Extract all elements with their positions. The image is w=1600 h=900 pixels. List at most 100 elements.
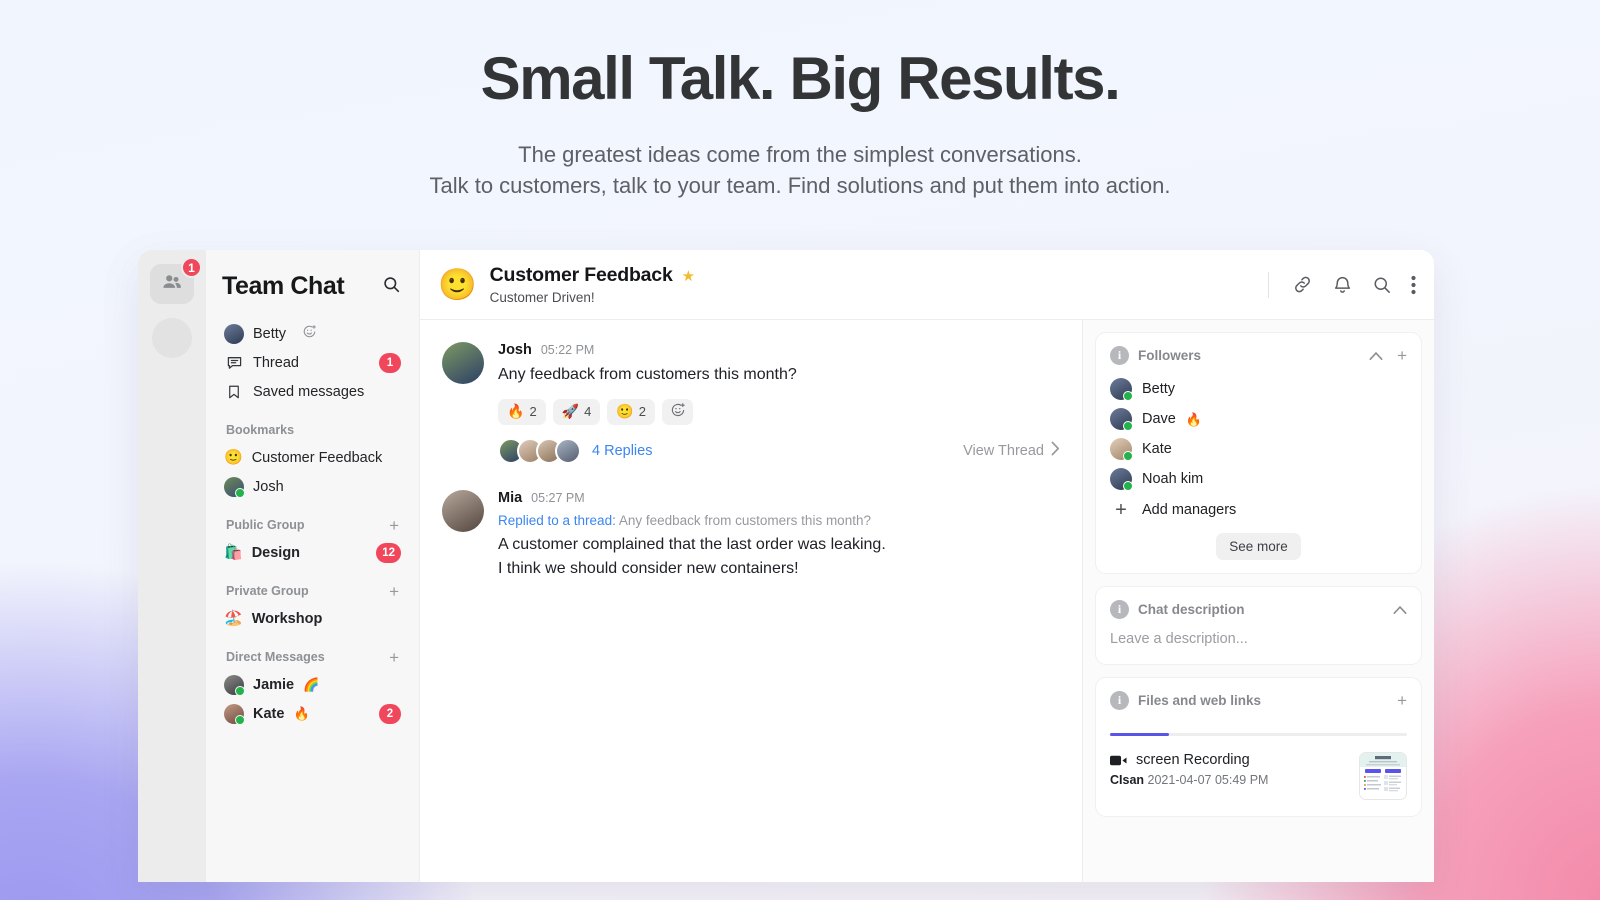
thread-icon [224, 354, 244, 371]
message-text-line-1: A customer complained that the last orde… [498, 535, 886, 553]
follower-row[interactable]: Noah kim [1096, 464, 1421, 494]
follower-name: Noah kim [1142, 471, 1204, 487]
sidebar-item-label: Design [251, 544, 301, 561]
chat-description-card: i Chat description Leave a description..… [1095, 586, 1422, 665]
section-title: Direct Messages [226, 650, 325, 664]
video-camera-icon [1110, 754, 1127, 767]
info-icon: i [1110, 346, 1129, 365]
reaction-bar: 🔥 2 🚀 4 🙂 2 [498, 398, 1060, 425]
chat-app-window: 1 Team Chat Betty Thread 1 Saved message… [138, 250, 1434, 882]
sidebar-item-josh[interactable]: Josh [218, 472, 407, 501]
add-direct-message-button[interactable]: + [389, 649, 399, 666]
message-timestamp: 05:27 PM [531, 490, 585, 505]
section-title: Private Group [226, 584, 309, 598]
bookmark-icon [224, 384, 244, 400]
followers-header: i Followers + [1096, 333, 1421, 374]
avatar[interactable] [442, 342, 484, 384]
follower-name: Kate [1142, 441, 1172, 457]
unread-badge: 12 [376, 542, 401, 563]
avatar [555, 437, 581, 464]
add-file-button[interactable]: + [1397, 692, 1407, 709]
content-row: Josh 05:22 PM Any feedback from customer… [420, 320, 1434, 882]
follower-name: Betty [1142, 381, 1176, 397]
fire-emoji-icon: 🔥 [293, 706, 310, 721]
reaction-chip-rocket[interactable]: 🚀 4 [552, 398, 601, 425]
bell-icon[interactable] [1332, 274, 1353, 295]
files-header: i Files and web links + [1096, 678, 1421, 719]
shopping-bags-emoji-icon: 🛍️ [224, 544, 243, 561]
add-managers-label: Add managers [1142, 502, 1237, 518]
sidebar-item-kate[interactable]: Kate 🔥 2 [218, 699, 407, 728]
sidebar-section-bookmarks: Bookmarks [218, 420, 407, 440]
sidebar-section-private-group: Private Group + [218, 581, 407, 601]
search-icon[interactable] [382, 275, 401, 299]
reaction-chip-smiley[interactable]: 🙂 2 [607, 398, 656, 425]
files-title: Files and web links [1138, 693, 1262, 708]
channel-header: 🙂 Customer Feedback ★ Customer Driven! [420, 250, 1434, 320]
people-icon [161, 271, 183, 298]
files-card: i Files and web links + screen Recording… [1095, 677, 1422, 817]
hero-subtitle-line-2: Talk to customers, talk to your team. Fi… [429, 173, 1171, 199]
star-icon[interactable]: ★ [682, 267, 695, 285]
avatar[interactable] [442, 489, 484, 532]
sidebar-item-jamie[interactable]: Jamie 🌈 [218, 670, 407, 699]
add-managers-button[interactable]: + Add managers [1096, 494, 1421, 526]
avatar [224, 703, 245, 725]
chat-description-actions [1393, 603, 1407, 617]
follower-row[interactable]: Betty [1096, 374, 1421, 404]
rail-badge-count: 1 [181, 257, 202, 278]
message-meta: Josh 05:22 PM [498, 342, 1060, 358]
channel-emoji-icon: 🙂 [438, 267, 477, 302]
message-meta: Mia 05:27 PM [498, 490, 1060, 506]
sidebar-item-design[interactable]: 🛍️ Design 12 [218, 538, 407, 567]
hero-section: Small Talk. Big Results. The greatest id… [0, 0, 1600, 201]
sidebar-item-label: Workshop [251, 610, 323, 627]
rail-item-team-chat[interactable]: 1 [150, 257, 202, 304]
follower-row[interactable]: Dave 🔥 [1096, 404, 1421, 434]
hero-subtitle-line-1: The greatest ideas come from the simples… [518, 141, 1082, 167]
plus-icon: + [1115, 499, 1127, 521]
add-reaction-button[interactable] [662, 398, 694, 425]
sidebar-item-betty[interactable]: Betty [218, 319, 407, 348]
more-vertical-icon[interactable] [1411, 275, 1416, 295]
chevron-right-icon [1051, 441, 1060, 460]
sidebar-item-saved-messages[interactable]: Saved messages [218, 377, 407, 406]
message-item: Mia 05:27 PM Replied to a thread: Any fe… [442, 489, 1060, 581]
avatar [224, 323, 244, 344]
file-item[interactable]: screen Recording CIsan 2021-04-07 05:49 … [1110, 752, 1407, 800]
sidebar: Team Chat Betty Thread 1 Saved messages … [206, 250, 420, 882]
view-thread-button[interactable]: View Thread [963, 441, 1060, 460]
chat-description-input[interactable]: Leave a description... [1096, 628, 1421, 664]
add-follower-button[interactable]: + [1397, 347, 1407, 364]
replies-link[interactable]: 4 Replies [592, 443, 652, 459]
sidebar-item-customer-feedback[interactable]: 🙂 Customer Feedback [218, 443, 407, 472]
sidebar-item-label: Saved messages [253, 383, 365, 400]
rail-item-avatar-placeholder[interactable] [152, 318, 192, 358]
add-public-group-button[interactable]: + [389, 517, 399, 534]
unread-badge: 2 [379, 703, 401, 724]
smiley-emoji-icon: 🙂 [616, 403, 634, 420]
link-icon[interactable] [1292, 274, 1313, 295]
follower-row[interactable]: Kate [1096, 434, 1421, 464]
sidebar-item-thread[interactable]: Thread 1 [218, 348, 407, 377]
file-meta: screen Recording CIsan 2021-04-07 05:49 … [1110, 752, 1349, 787]
message-author: Mia [498, 489, 523, 506]
see-more-button[interactable]: See more [1216, 533, 1301, 560]
reaction-chip-fire[interactable]: 🔥 2 [498, 398, 546, 425]
replied-to-thread-label: Replied to a thread: [498, 512, 616, 528]
thread-reply-reference[interactable]: Replied to a thread: Any feedback from c… [498, 513, 1060, 528]
sidebar-item-workshop[interactable]: 🏖️ Workshop [218, 604, 407, 633]
file-thumbnail[interactable] [1359, 752, 1407, 800]
sidebar-list: Betty Thread 1 Saved messages Bookmarks … [206, 319, 419, 728]
chevron-up-icon[interactable] [1393, 603, 1407, 617]
thread-participant-avatars [498, 437, 581, 464]
add-reaction-icon[interactable] [302, 324, 317, 344]
add-private-group-button[interactable]: + [389, 583, 399, 600]
file-subtitle: CIsan 2021-04-07 05:49 PM [1110, 773, 1349, 787]
search-icon[interactable] [1372, 275, 1392, 295]
workspace-rail: 1 [138, 250, 206, 882]
message-text: Any feedback from customers this month? [498, 366, 797, 383]
chevron-up-icon[interactable] [1369, 349, 1383, 363]
channel-title-block: Customer Feedback ★ Customer Driven! [490, 264, 695, 305]
sidebar-section-direct-messages: Direct Messages + [218, 647, 407, 667]
